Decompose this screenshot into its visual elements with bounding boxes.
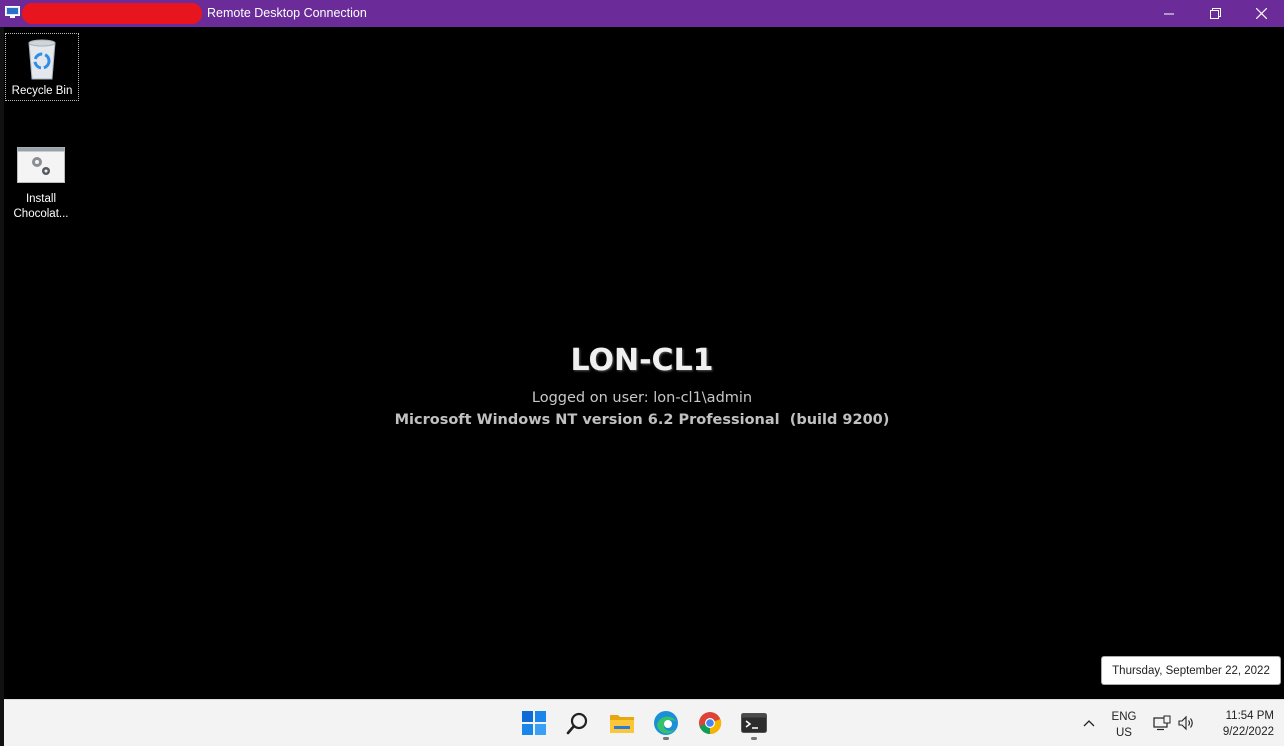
desktop-icon-label: Recycle Bin xyxy=(11,85,73,97)
restore-button[interactable] xyxy=(1192,0,1238,27)
recycle-bin-icon xyxy=(28,39,56,80)
edge-button[interactable] xyxy=(648,706,684,740)
language-region: US xyxy=(1116,727,1132,739)
close-icon xyxy=(1255,8,1267,19)
start-button[interactable] xyxy=(516,706,552,740)
running-indicator xyxy=(663,737,669,740)
redaction-mark xyxy=(22,3,202,24)
restore-icon xyxy=(1209,8,1221,19)
taskbar: ENG US 11:54 PM 9/22/2022 xyxy=(4,699,1284,746)
date-tooltip: Thursday, September 22, 2022 xyxy=(1101,656,1281,685)
search-icon xyxy=(566,712,588,735)
close-button[interactable] xyxy=(1238,0,1284,27)
network-icon xyxy=(1153,715,1171,731)
logged-on-user-text: Logged on user: lon-cl1\admin xyxy=(531,390,753,406)
show-hidden-icons-button[interactable] xyxy=(1074,706,1104,740)
desktop-icon-install-chocolatey[interactable]: Install Chocolat... xyxy=(5,145,77,222)
os-version-text: Microsoft Windows NT version 6.2 Profess… xyxy=(394,412,890,428)
volume-button[interactable] xyxy=(1174,706,1198,740)
edge-icon xyxy=(654,711,678,735)
windows-start-icon xyxy=(522,711,546,735)
remote-desktop-icon xyxy=(5,6,20,19)
volume-icon xyxy=(1178,715,1193,731)
desktop-icon-label-line2: Chocolat... xyxy=(13,208,69,220)
running-indicator xyxy=(751,737,757,740)
search-button[interactable] xyxy=(560,706,596,740)
terminal-button[interactable] xyxy=(736,706,772,740)
file-explorer-icon xyxy=(610,715,634,733)
chrome-button[interactable] xyxy=(692,706,728,740)
language-indicator[interactable]: ENG US xyxy=(1106,709,1142,741)
desktop-icon-recycle-bin[interactable]: Recycle Bin xyxy=(5,33,79,101)
terminal-icon xyxy=(741,713,767,733)
chrome-icon xyxy=(699,712,722,735)
minimize-button[interactable] xyxy=(1146,0,1192,27)
minimize-icon xyxy=(1164,13,1174,14)
settings-script-icon xyxy=(17,147,65,183)
network-button[interactable] xyxy=(1150,706,1174,740)
title-bar[interactable]: Remote Desktop Connection xyxy=(0,0,1284,27)
desktop-icon-label-line1: Install xyxy=(25,193,57,205)
clock[interactable]: 11:54 PM 9/22/2022 xyxy=(1204,708,1274,740)
language-code: ENG xyxy=(1111,711,1137,723)
window-title: Remote Desktop Connection xyxy=(207,6,367,20)
file-explorer-button[interactable] xyxy=(604,706,640,740)
clock-time: 11:54 PM xyxy=(1225,710,1274,722)
chevron-up-icon xyxy=(1083,720,1095,727)
clock-date: 9/22/2022 xyxy=(1222,726,1274,738)
hostname-text: LON-CL1 xyxy=(570,343,714,378)
